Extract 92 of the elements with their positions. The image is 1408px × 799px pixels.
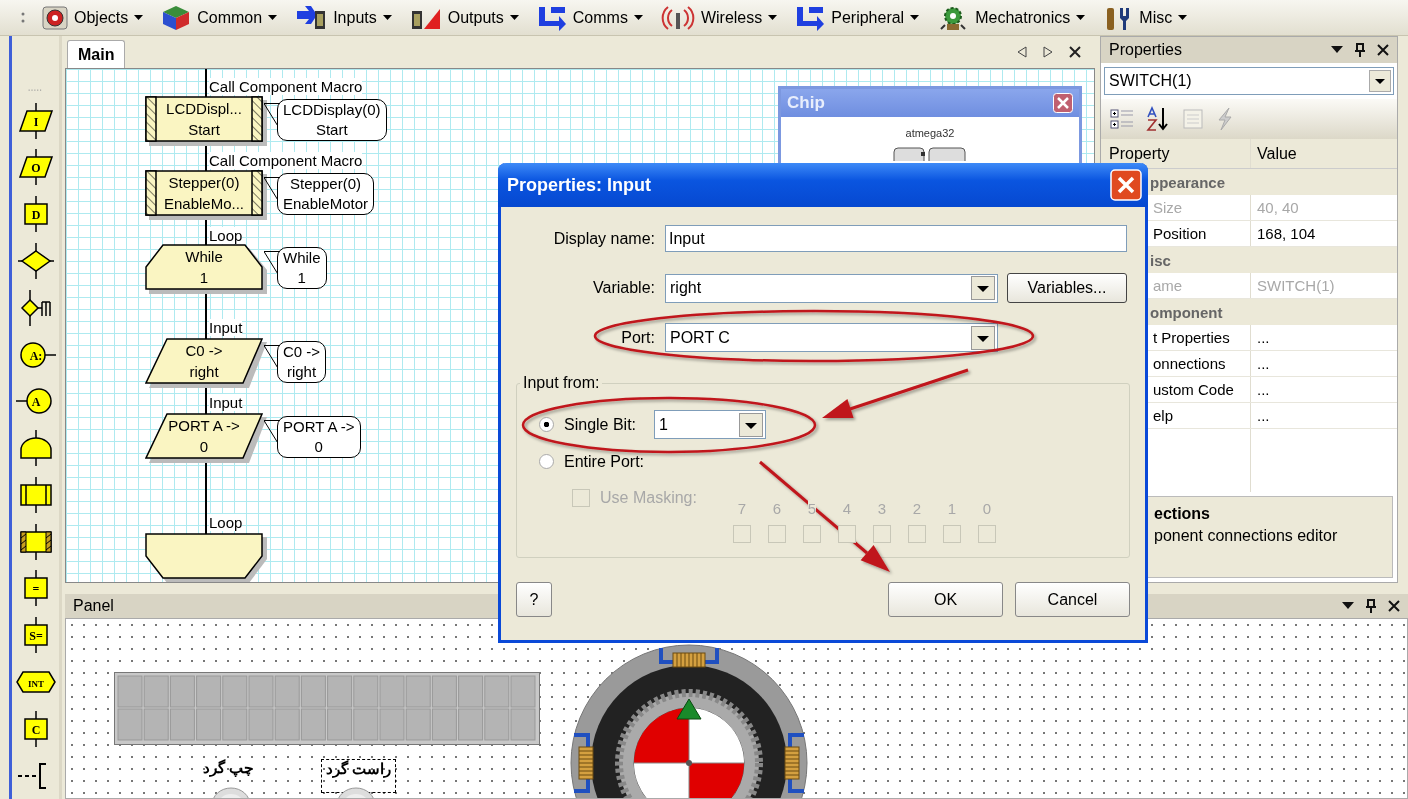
description-text: ponent connections editor <box>1154 527 1339 545</box>
categorized-icon[interactable] <box>1109 107 1135 131</box>
caret-icon <box>768 14 778 21</box>
caret-icon <box>910 14 920 21</box>
push-switch-drawing[interactable] <box>211 785 251 798</box>
property-value-cell[interactable]: ... <box>1251 351 1397 376</box>
property-value-cell[interactable]: ... <box>1251 325 1397 350</box>
column-header: Value <box>1256 143 1298 164</box>
comment-callout: PORT A -> 0 <box>264 416 361 458</box>
description-title: ections <box>1154 505 1211 523</box>
caret-icon <box>268 14 278 21</box>
sort-icon[interactable] <box>1145 106 1171 132</box>
block-label: Loop <box>209 227 243 244</box>
target-icon <box>42 5 68 30</box>
bit-checkbox[interactable] <box>838 525 856 543</box>
object-dropdown[interactable]: SWITCH(1) <box>1104 67 1394 95</box>
dialog-title: Properties: Input <box>507 174 651 196</box>
caret-icon <box>382 14 392 21</box>
scroll-left-icon[interactable] <box>1017 46 1027 58</box>
block-label: Input <box>209 319 243 336</box>
bit-checkbox[interactable] <box>768 525 786 543</box>
ok-button[interactable]: OK <box>888 582 1003 617</box>
caret-icon <box>509 14 519 21</box>
comment-callout: LCDDisplay(0) Start <box>264 99 387 141</box>
text-field[interactable]: Input <box>665 225 1127 252</box>
radio-button[interactable] <box>539 454 554 469</box>
comment-callout: C0 -> right <box>264 341 327 383</box>
pin-icon[interactable] <box>1355 43 1365 57</box>
bit-checkbox[interactable] <box>908 525 926 543</box>
arrows-icon <box>536 4 567 31</box>
field-label: Port: <box>620 328 655 347</box>
field-label: Display name: <box>552 229 655 248</box>
group-label: Input from: <box>522 374 601 392</box>
bit-checkbox[interactable] <box>733 525 751 543</box>
cube-icon <box>161 4 192 31</box>
close-icon[interactable] <box>1377 44 1389 56</box>
help-button[interactable]: ? <box>516 582 552 617</box>
caret-icon <box>633 14 643 21</box>
bit-checkbox[interactable] <box>873 525 891 543</box>
dropdown-icon[interactable] <box>1342 602 1354 610</box>
cancel-button[interactable]: Cancel <box>1015 582 1130 617</box>
panel-title: Panel <box>73 597 114 615</box>
bit-checkbox[interactable] <box>803 525 821 543</box>
toolbar-menu-button[interactable]: Misc <box>1101 4 1190 31</box>
toolbar-menu-button[interactable]: Comms <box>534 4 645 31</box>
block-label: Input <box>209 394 243 411</box>
variables-button[interactable]: Variables... <box>1007 273 1127 303</box>
comment-callout: Stepper(0) EnableMotor <box>264 173 375 215</box>
property-value-cell[interactable]: ... <box>1251 377 1397 402</box>
block-label: Call Component Macro <box>209 78 363 95</box>
bit-label: 5 <box>807 500 817 517</box>
push-switch-drawing[interactable] <box>336 785 376 798</box>
scroll-right-icon[interactable] <box>1043 46 1053 58</box>
option-label: Entire Port: <box>563 452 646 471</box>
radio-button[interactable] <box>539 417 554 432</box>
property-value-cell[interactable]: ... <box>1251 403 1397 428</box>
pin-icon[interactable] <box>1366 599 1376 613</box>
caret-icon <box>1178 14 1188 21</box>
panel-title: Properties <box>1109 41 1182 59</box>
property-value-cell[interactable]: 168, 104 <box>1251 221 1397 246</box>
toolbar-menu-button[interactable]: Common <box>159 4 280 31</box>
chip-label: atmega32 <box>905 127 955 139</box>
close-icon[interactable] <box>1388 600 1400 612</box>
toolbar-menu-button[interactable]: Mechatronics <box>935 4 1088 31</box>
arrows-icon <box>795 4 826 31</box>
caret-icon <box>1076 14 1086 21</box>
close-icon[interactable] <box>1069 46 1081 58</box>
block-label: Call Component Macro <box>209 152 363 169</box>
field-label: Variable: <box>592 279 655 297</box>
toolbar-menu-button[interactable]: Wireless <box>658 4 780 31</box>
option-label: Single Bit: <box>563 415 638 434</box>
port-dropdown[interactable]: PORT C <box>665 323 998 352</box>
toolbar-menu-button[interactable]: Peripheral <box>793 4 922 31</box>
toolbar-menu-button[interactable]: Outputs <box>407 4 521 31</box>
document-tab[interactable]: Main <box>67 40 126 68</box>
checkbox-label: Use Masking: <box>600 489 697 507</box>
toolbar-menu-button[interactable]: Inputs <box>293 4 394 31</box>
arrow-chip-icon <box>295 4 328 31</box>
radio-waves-icon <box>660 4 695 31</box>
bit-checkbox[interactable] <box>943 525 961 543</box>
bit-dropdown[interactable]: 1 <box>654 410 766 439</box>
window-title: Chip <box>787 93 825 113</box>
dropdown-value: SWITCH(1) <box>1109 72 1192 90</box>
comment-callout: While 1 <box>264 247 327 289</box>
dropdown-icon[interactable] <box>1331 46 1343 54</box>
variable-dropdown[interactable]: right <box>665 273 998 303</box>
toolbar-menu-button[interactable]: Objects <box>40 5 146 30</box>
switch-label[interactable]: چپ گرد <box>199 759 258 777</box>
bit-checkbox[interactable] <box>978 525 996 543</box>
loop-end-block[interactable] <box>145 533 268 582</box>
caret-icon <box>134 14 144 21</box>
block-label: Loop <box>209 514 243 531</box>
